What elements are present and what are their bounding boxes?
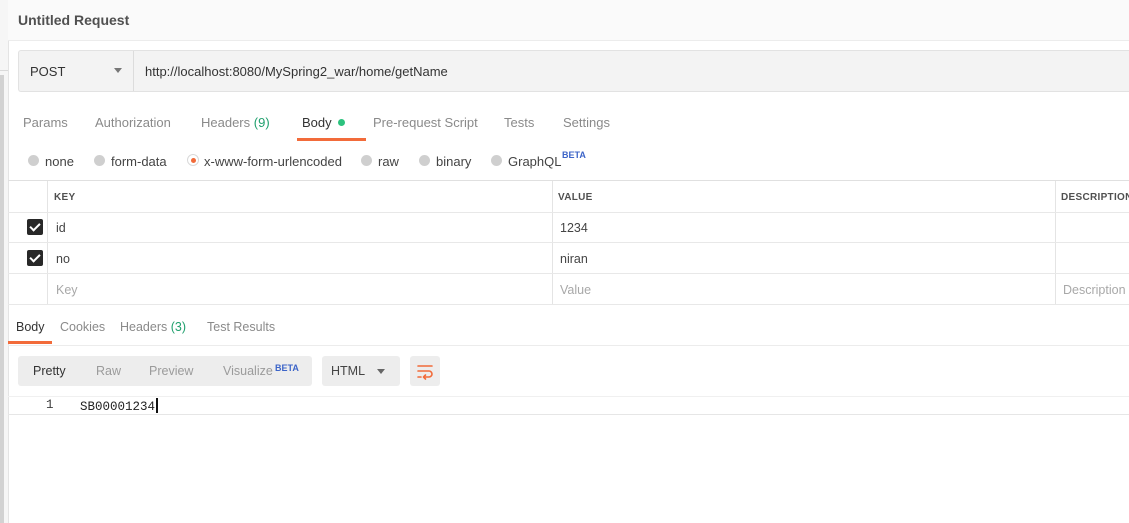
tab-label: Pre-request Script [373,115,478,130]
active-tab-indicator [8,341,52,344]
url-bar: POST [18,50,1129,92]
radio-label: raw [378,154,399,169]
radio-icon [94,155,105,166]
wrap-lines-icon [417,365,433,380]
beta-badge: BETA [275,363,299,373]
radio-label: none [45,154,74,169]
column-header-description: DESCRIPTION [1061,192,1129,203]
method-label: POST [30,64,66,79]
body-type-selector: none form-data x-www-form-urlencoded raw… [28,148,1129,174]
response-tab-headers[interactable]: Headers (3) [120,312,186,342]
radio-icon [419,155,430,166]
radio-icon [28,155,39,166]
active-tab-indicator [297,138,366,141]
chevron-down-icon [377,369,385,374]
chevron-down-icon [114,68,122,73]
tab-pre-request-script[interactable]: Pre-request Script [373,102,478,140]
param-key[interactable]: no [56,252,70,266]
table-row-new: Key Value Description [8,274,1129,305]
url-input[interactable] [134,51,1129,91]
response-tab-cookies[interactable]: Cookies [60,312,105,342]
method-dropdown[interactable]: POST [19,51,134,91]
code-line[interactable]: SB00001234 [80,398,158,414]
radio-selected-icon [187,154,199,166]
headers-count: (3) [170,320,187,334]
table-row: no niran [8,243,1129,274]
row-checkbox[interactable] [27,250,43,266]
tab-body[interactable]: Body [302,102,345,140]
new-description-input[interactable]: Description [1063,283,1126,297]
request-tabs: Params Authorization Headers (9) Body Pr… [8,102,1129,142]
new-value-input[interactable]: Value [560,283,591,297]
line-number: 1 [46,398,54,412]
tab-params[interactable]: Params [23,102,68,140]
tab-label: Headers [201,115,251,130]
param-value[interactable]: niran [560,252,588,266]
response-tab-test-results[interactable]: Test Results [207,312,275,342]
table-row: id 1234 [8,212,1129,243]
body-modified-dot [337,119,345,126]
format-visualize-button[interactable]: Visualize [223,356,273,386]
sidebar-scroll-strip [0,75,4,523]
tab-label: Headers [120,320,168,334]
tab-label: Cookies [60,320,106,334]
tab-label: Settings [563,115,610,130]
new-key-input[interactable]: Key [56,283,78,297]
response-tabs: Body Cookies Headers (3) Test Results [8,312,1129,346]
radio-label: x-www-form-urlencoded [204,154,342,169]
language-label: HTML [331,364,366,378]
radio-label: GraphQL [508,154,562,169]
tab-authorization[interactable]: Authorization [95,102,171,140]
row-checkbox[interactable] [27,219,43,235]
tab-label: Params [23,115,68,130]
format-button-group: Pretty Raw Preview Visualize BETA [18,356,312,386]
format-preview-button[interactable]: Preview [149,356,193,386]
radio-label: form-data [111,154,167,169]
tab-tests[interactable]: Tests [504,102,534,140]
response-tab-body[interactable]: Body [16,312,45,342]
headers-count: (9) [253,115,270,130]
radio-icon [491,155,502,166]
wrap-lines-button[interactable] [410,356,440,386]
tab-headers[interactable]: Headers (9) [201,102,270,140]
code-line-text: SB00001234 [80,400,156,414]
radio-label: binary [436,154,472,169]
tab-label: Body [16,320,45,334]
column-header-key: KEY [54,192,76,203]
column-header-value: VALUE [558,192,593,203]
tab-label: Body [302,115,332,130]
tab-settings[interactable]: Settings [563,102,610,140]
radio-icon [361,155,372,166]
param-key[interactable]: id [56,221,66,235]
format-pretty-button[interactable]: Pretty [33,356,66,386]
tab-label: Authorization [95,115,171,130]
table-header-row: KEY VALUE DESCRIPTION [8,181,1129,213]
request-title[interactable]: Untitled Request [18,12,129,28]
request-title-bar: Untitled Request [8,0,1129,41]
sidebar-divider [0,70,8,71]
params-table: KEY VALUE DESCRIPTION id 1234 no niran K… [8,180,1129,306]
response-body-editor[interactable]: 1 SB00001234 [8,396,1129,415]
param-value[interactable]: 1234 [560,221,588,235]
tab-label: Test Results [207,320,276,334]
tab-label: Tests [504,115,535,130]
beta-badge: BETA [562,150,586,160]
format-raw-button[interactable]: Raw [96,356,121,386]
format-visualize-label: Visualize [223,364,273,378]
language-dropdown[interactable]: HTML [322,356,400,386]
text-cursor [156,398,158,413]
